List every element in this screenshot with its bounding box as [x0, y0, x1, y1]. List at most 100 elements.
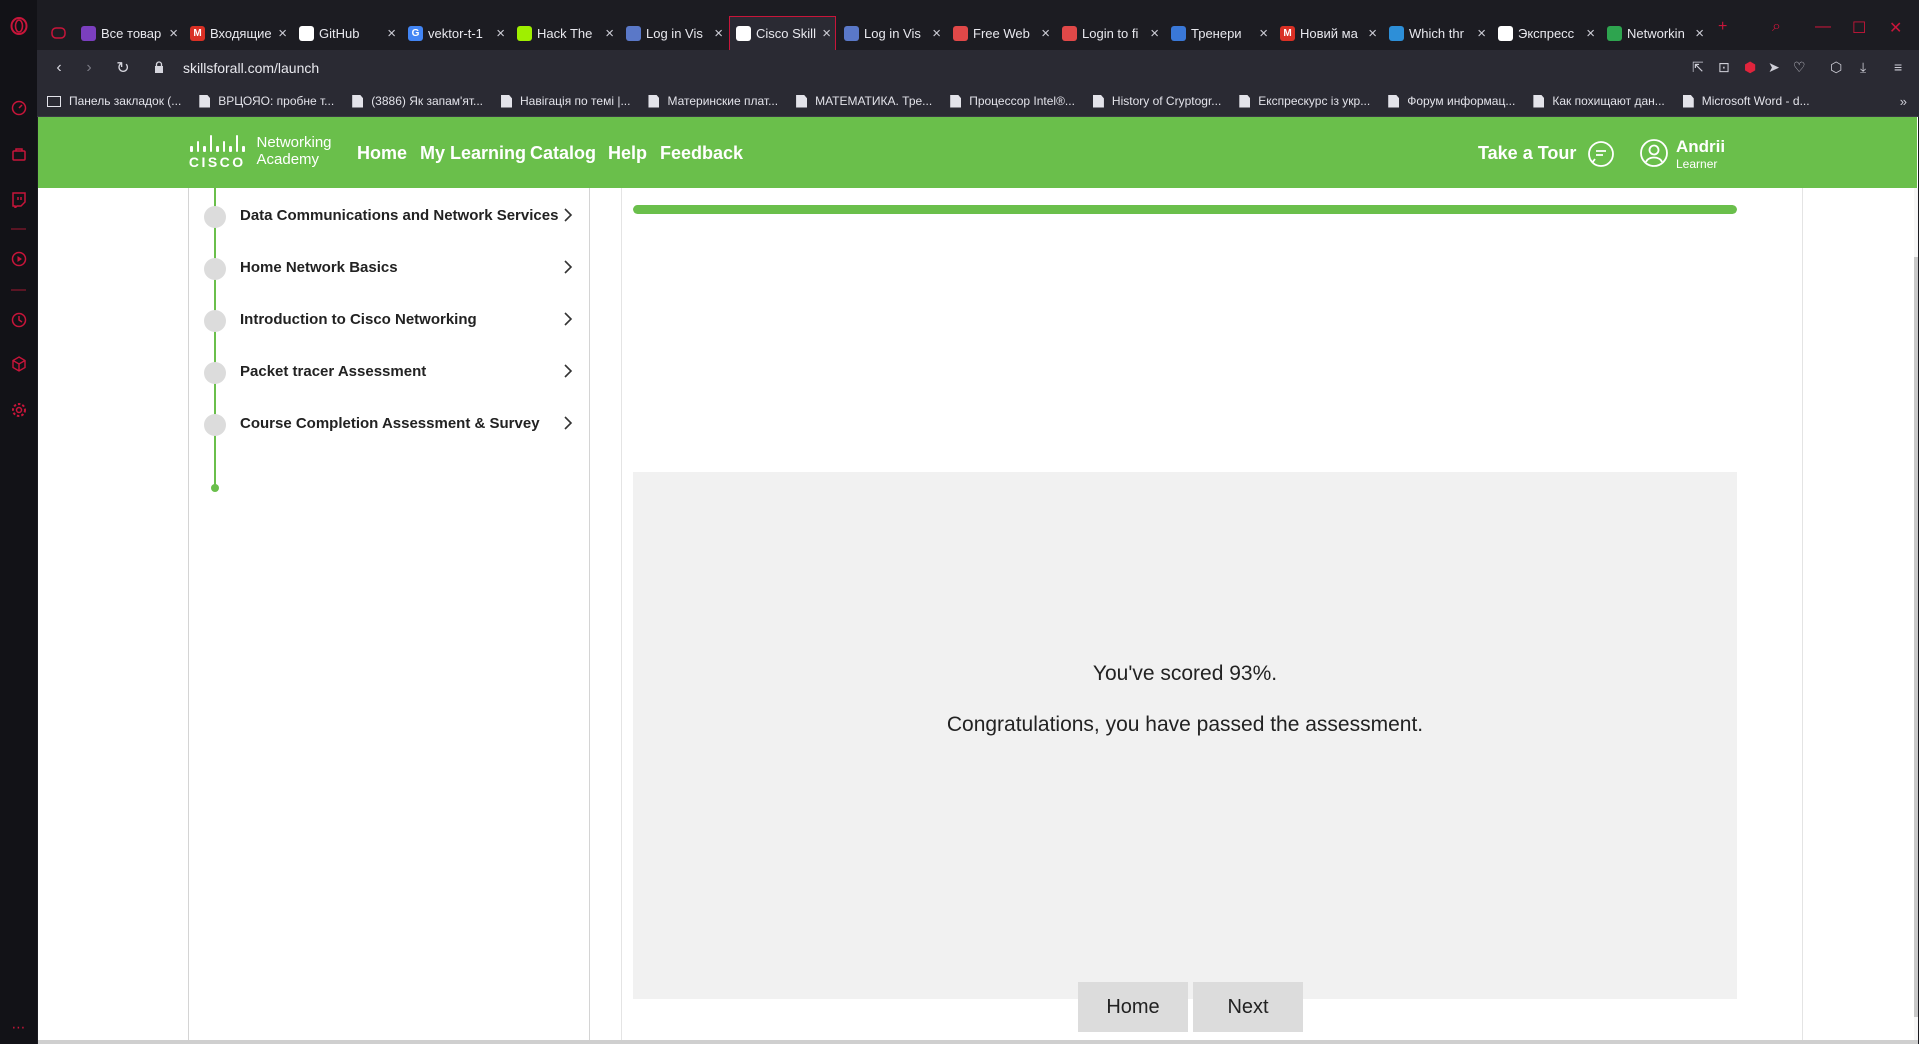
bookmark-item[interactable]: Навігація по темі |... — [501, 94, 630, 108]
back-icon[interactable]: ‹ — [45, 59, 73, 77]
tab-close-icon[interactable]: × — [169, 25, 178, 42]
tab[interactable]: Log in Vis × — [838, 16, 945, 50]
tab[interactable]: Все товар × — [75, 16, 182, 50]
module-item[interactable]: Data Communications and Network Services — [189, 198, 589, 238]
module-item[interactable]: Introduction to Cisco Networking — [189, 302, 589, 342]
result-box: You've scored 93%. Congratulations, you … — [633, 472, 1737, 999]
tab-favicon-icon — [1607, 25, 1622, 41]
tab-close-icon[interactable]: × — [1150, 25, 1159, 42]
tab[interactable]: M Новий ма × — [1274, 16, 1381, 50]
opera-logo-icon[interactable] — [9, 16, 28, 35]
download-icon[interactable]: ⤓ — [1860, 59, 1866, 76]
easy-setup-icon[interactable]: ≡ — [1894, 59, 1902, 75]
tab-close-icon[interactable]: × — [1477, 25, 1486, 42]
tab[interactable]: Free Web × — [947, 16, 1054, 50]
avatar-icon[interactable] — [1639, 138, 1669, 168]
tab-close-icon[interactable]: × — [387, 25, 396, 42]
tab[interactable]: Which thr × — [1383, 16, 1490, 50]
bookmark-item[interactable]: Експрескурс із укр... — [1239, 94, 1370, 108]
tab[interactable]: Hack The × — [511, 16, 618, 50]
tab[interactable]: Экспресс × — [1492, 16, 1599, 50]
maximize-icon[interactable]: ☐ — [1852, 18, 1866, 38]
bookmark-label: ВРЦОЯО: пробне т... — [218, 94, 335, 108]
tab-close-icon[interactable]: × — [822, 25, 831, 42]
minimize-icon[interactable]: — — [1815, 18, 1831, 36]
module-status-dot — [204, 206, 226, 228]
tab[interactable]: GitHub × — [293, 16, 400, 50]
more-bookmarks-icon[interactable]: » — [1900, 94, 1907, 109]
bookmark-item[interactable]: Материнские плат... — [648, 94, 778, 108]
tab-close-icon[interactable]: × — [1368, 25, 1377, 42]
module-item[interactable]: Packet tracer Assessment — [189, 354, 589, 394]
bookmarks-panel-folder[interactable]: Панель закладок (... — [47, 94, 181, 108]
tab-close-icon[interactable]: × — [1041, 25, 1050, 42]
chevron-right-icon[interactable] — [561, 310, 575, 328]
take-a-tour-link[interactable]: Take a Tour — [1478, 143, 1576, 164]
share-icon[interactable]: ⇱ — [1692, 59, 1704, 76]
bookmark-item[interactable]: Форум информац... — [1388, 94, 1515, 108]
bookmark-item[interactable]: (3886) Як запам'ят... — [352, 94, 483, 108]
chevron-right-icon[interactable] — [561, 362, 575, 380]
tab[interactable]: Log in Vis × — [620, 16, 727, 50]
close-window-icon[interactable]: ✕ — [1889, 18, 1902, 38]
tab[interactable]: Тренери × — [1165, 16, 1272, 50]
lock-icon — [145, 60, 173, 76]
url-field[interactable]: skillsforall.com/launch — [183, 60, 319, 76]
speed-dial-icon[interactable] — [9, 98, 28, 117]
tab-close-icon[interactable]: × — [605, 25, 614, 42]
nav-catalog[interactable]: Catalog — [530, 143, 596, 164]
nav-my-learning[interactable]: My Learning — [420, 143, 526, 164]
history-icon[interactable] — [9, 310, 28, 329]
player-icon[interactable] — [9, 249, 28, 268]
bookmark-item[interactable]: ВРЦОЯО: пробне т... — [199, 94, 334, 108]
shopping-bag-icon[interactable] — [9, 144, 28, 163]
tab-title: Free Web — [973, 25, 1030, 41]
home-button[interactable]: Home — [1078, 982, 1188, 1032]
tab-close-icon[interactable]: × — [1259, 25, 1268, 42]
nav-feedback[interactable]: Feedback — [660, 143, 743, 164]
bookmark-item[interactable]: History of Cryptogr... — [1092, 94, 1221, 108]
twitch-icon[interactable] — [9, 190, 28, 209]
chat-icon[interactable] — [1587, 140, 1615, 168]
score-text: You've scored 93%. — [1092, 662, 1278, 685]
tab[interactable]: Gvektor-t-1 × — [402, 16, 509, 50]
bookmark-item[interactable]: Microsoft Word - d... — [1682, 94, 1810, 108]
bookmark-item[interactable]: Процессор Intel®... — [950, 94, 1075, 108]
module-item[interactable]: Course Completion Assessment & Survey — [189, 406, 589, 446]
tab[interactable]: M Входящие × — [184, 16, 291, 50]
scrollbar-thumb[interactable] — [1914, 257, 1918, 1017]
tab[interactable]: Networkin × — [1601, 16, 1708, 50]
extensions-cube-icon[interactable] — [9, 354, 28, 373]
tab-close-icon[interactable]: × — [496, 25, 505, 42]
settings-gear-icon[interactable] — [9, 400, 28, 419]
tab-close-icon[interactable]: × — [278, 25, 287, 42]
tab-close-icon[interactable]: × — [714, 25, 723, 42]
tab[interactable]: Login to fi × — [1056, 16, 1163, 50]
nav-home[interactable]: Home — [357, 143, 407, 164]
snapshot-icon[interactable]: ⊡ — [1718, 59, 1730, 76]
next-button[interactable]: Next — [1193, 982, 1303, 1032]
send-icon[interactable]: ➤ — [1768, 59, 1780, 76]
module-item[interactable]: Home Network Basics — [189, 250, 589, 290]
cisco-logo[interactable]: CISCO Networking Academy — [188, 134, 332, 170]
new-tab-icon[interactable]: + — [1718, 18, 1727, 36]
chevron-right-icon[interactable] — [561, 414, 575, 432]
adblock-shield-icon[interactable]: ⬢ — [1744, 59, 1756, 76]
tab-close-icon[interactable]: × — [1586, 25, 1595, 42]
chevron-right-icon[interactable] — [561, 206, 575, 224]
more-dots-icon[interactable]: ⋯ — [9, 1018, 28, 1037]
bookmark-item[interactable]: Как похищают дан... — [1533, 94, 1665, 108]
tab-close-icon[interactable]: × — [932, 25, 941, 42]
nav-help[interactable]: Help — [608, 143, 647, 164]
extensions-icon[interactable]: ⬡ — [1830, 59, 1842, 76]
bookmark-item[interactable]: МАТЕМАТИКА. Тре... — [796, 94, 932, 108]
chevron-right-icon[interactable] — [561, 258, 575, 276]
tab-active[interactable]: Cisco Skill × — [729, 16, 836, 50]
forward-icon[interactable]: › — [75, 59, 103, 77]
tab-close-icon[interactable]: × — [1695, 25, 1704, 42]
user-name[interactable]: Andrii — [1676, 137, 1725, 157]
reload-icon[interactable]: ↻ — [109, 58, 137, 78]
search-tabs-icon[interactable]: ⌕ — [1772, 18, 1781, 36]
heart-icon[interactable]: ♡ — [1793, 59, 1806, 76]
workspace-icon[interactable] — [45, 16, 69, 50]
